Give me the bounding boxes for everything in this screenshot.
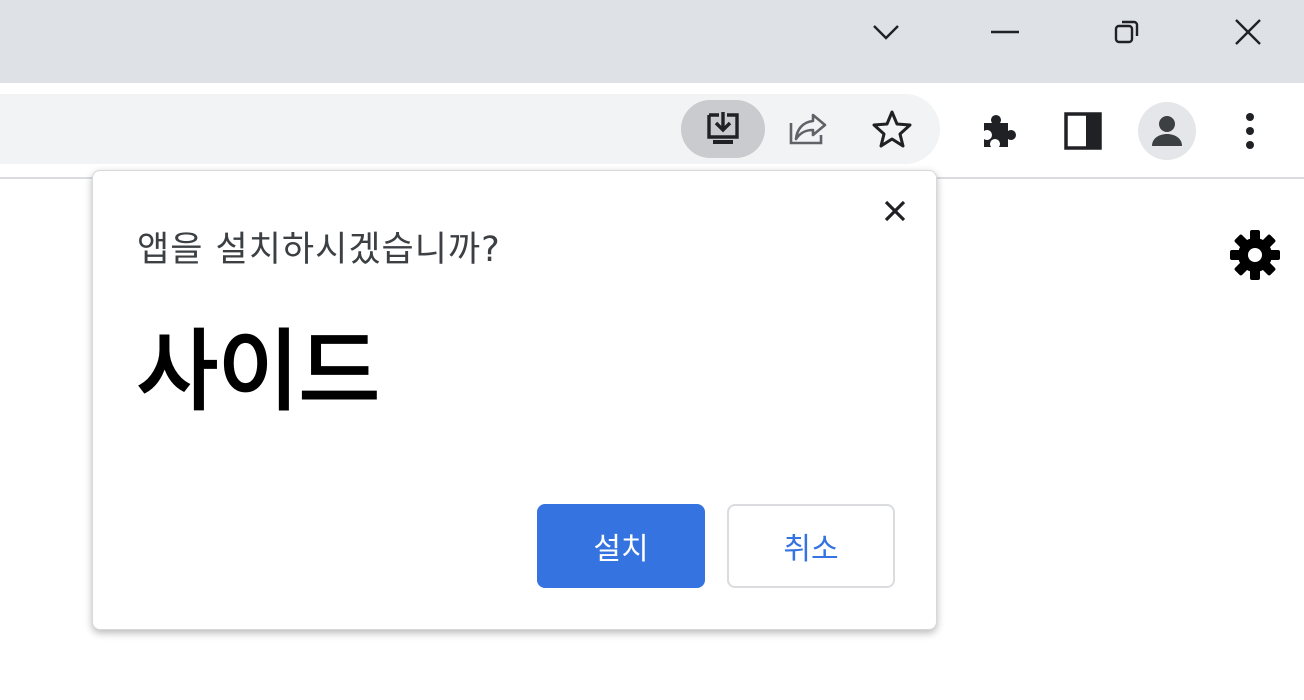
share-icon xyxy=(789,113,827,145)
settings-button[interactable] xyxy=(1226,226,1284,284)
browser-menu-button[interactable] xyxy=(1220,101,1280,161)
kebab-menu-icon xyxy=(1246,113,1254,149)
install-button[interactable]: 설치 xyxy=(537,504,705,588)
minimize-icon xyxy=(991,30,1019,34)
bookmark-button[interactable] xyxy=(850,100,934,158)
dialog-title: 앱을 설치하시겠습니까? xyxy=(137,230,501,270)
extensions-button[interactable] xyxy=(968,101,1028,161)
close-icon xyxy=(884,200,906,222)
install-app-button[interactable] xyxy=(681,100,765,158)
side-panel-button[interactable] xyxy=(1053,101,1113,161)
restore-button[interactable] xyxy=(1097,8,1157,56)
chevron-down-icon xyxy=(873,25,899,40)
share-button[interactable] xyxy=(767,100,851,158)
star-icon xyxy=(872,110,912,148)
browser-toolbar xyxy=(0,83,1304,179)
restore-icon xyxy=(1114,20,1139,44)
profile-button[interactable] xyxy=(1137,101,1197,161)
person-icon xyxy=(1152,116,1182,146)
address-bar[interactable] xyxy=(0,94,940,164)
cancel-button[interactable]: 취소 xyxy=(727,504,895,588)
puzzle-icon xyxy=(984,115,1016,147)
minimize-button[interactable] xyxy=(975,8,1035,56)
avatar xyxy=(1138,102,1196,160)
app-name: 사이드 xyxy=(137,320,380,423)
close-icon xyxy=(1235,19,1261,45)
gear-icon xyxy=(1230,230,1280,280)
side-panel-icon xyxy=(1064,112,1102,150)
install-app-icon xyxy=(707,112,739,144)
close-window-button[interactable] xyxy=(1218,8,1278,56)
dialog-close-button[interactable] xyxy=(877,193,913,229)
install-app-dialog: 앱을 설치하시겠습니까? 사이드 설치 취소 xyxy=(92,170,937,630)
window-titlebar xyxy=(0,0,1304,83)
tab-search-button[interactable] xyxy=(856,8,916,56)
